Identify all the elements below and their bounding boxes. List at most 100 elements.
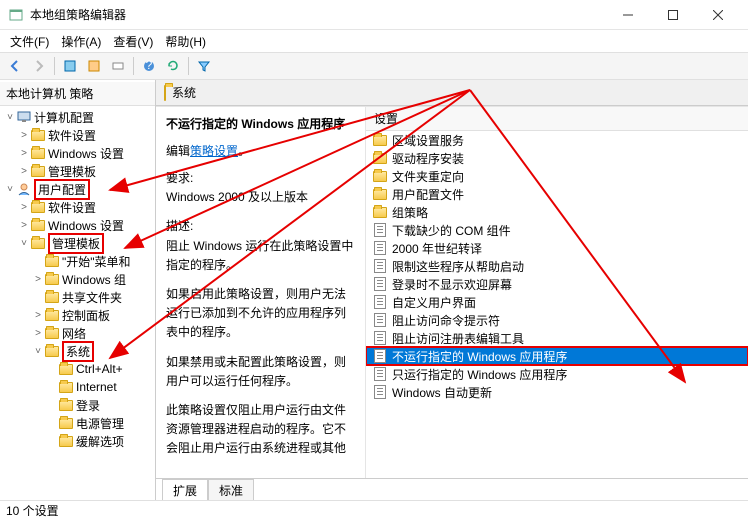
tree-item-控制面板[interactable]: > 控制面板 xyxy=(0,306,155,324)
list-item-label: 下载缺少的 COM 组件 xyxy=(392,222,511,239)
filter-icon[interactable] xyxy=(193,55,215,77)
folder-icon xyxy=(30,145,46,161)
expand-icon[interactable]: > xyxy=(32,328,44,339)
list-item[interactable]: 组策略 xyxy=(366,203,748,221)
list-item[interactable]: 限制这些程序从帮助启动 xyxy=(366,257,748,275)
folder-icon xyxy=(372,132,388,148)
tool-icon-2[interactable] xyxy=(83,55,105,77)
tree-item-"开始"菜单和[interactable]: "开始"菜单和 xyxy=(0,252,155,270)
menu-file[interactable]: 文件(F) xyxy=(4,31,55,52)
tree-item-label: Windows 设置 xyxy=(48,145,124,162)
folder-icon xyxy=(30,217,46,233)
list-item-label: 用户配置文件 xyxy=(392,186,464,203)
list-item[interactable]: 用户配置文件 xyxy=(366,185,748,203)
refresh-icon[interactable] xyxy=(162,55,184,77)
tree-item-label: 软件设置 xyxy=(48,199,96,216)
tree-item-Ctrl+Alt+[interactable]: Ctrl+Alt+ xyxy=(0,360,155,378)
list-item-label: 限制这些程序从帮助启动 xyxy=(392,258,524,275)
expand-icon[interactable]: > xyxy=(18,130,30,141)
menu-view[interactable]: 查看(V) xyxy=(107,31,159,52)
folder-icon xyxy=(44,253,60,269)
svg-text:?: ? xyxy=(146,59,153,72)
folder-icon xyxy=(58,397,74,413)
expand-icon[interactable]: > xyxy=(18,220,30,231)
tool-icon-3[interactable] xyxy=(107,55,129,77)
expand-icon[interactable]: > xyxy=(32,310,44,321)
computer-icon xyxy=(16,109,32,125)
expand-icon[interactable]: ˅ xyxy=(18,238,30,249)
expand-icon[interactable]: > xyxy=(32,274,44,285)
list-item[interactable]: 阻止访问注册表编辑工具 xyxy=(366,329,748,347)
help-icon[interactable]: ? xyxy=(138,55,160,77)
back-button[interactable] xyxy=(4,55,26,77)
list-item-label: 阻止访问注册表编辑工具 xyxy=(392,330,524,347)
list-item[interactable]: 不运行指定的 Windows 应用程序 xyxy=(366,347,748,365)
minimize-button[interactable] xyxy=(605,0,650,30)
tree-item-电源管理[interactable]: 电源管理 xyxy=(0,414,155,432)
tree-item-Windows 设置[interactable]: >Windows 设置 xyxy=(0,216,155,234)
list-item-label: 登录时不显示欢迎屏幕 xyxy=(392,276,512,293)
list-item-label: 自定义用户界面 xyxy=(392,294,476,311)
forward-button[interactable] xyxy=(28,55,50,77)
tree-item-Internet[interactable]: Internet xyxy=(0,378,155,396)
list-item-label: 组策略 xyxy=(392,204,428,221)
folder-icon xyxy=(372,186,388,202)
expand-icon[interactable]: ˅ xyxy=(32,346,44,357)
tree-item-管理模板[interactable]: ˅管理模板 xyxy=(0,234,155,252)
tab-standard[interactable]: 标准 xyxy=(208,479,254,500)
policy-icon xyxy=(372,240,388,256)
tree-item-软件设置[interactable]: > 软件设置 xyxy=(0,198,155,216)
close-button[interactable] xyxy=(695,0,740,30)
folder-icon xyxy=(58,361,74,377)
folder-icon xyxy=(58,379,74,395)
expand-icon[interactable]: > xyxy=(18,148,30,159)
tree-item-label: "开始"菜单和 xyxy=(62,253,131,270)
tree-item-网络[interactable]: >网络 xyxy=(0,324,155,342)
tool-icon[interactable] xyxy=(59,55,81,77)
tree-item-软件设置[interactable]: >软件设置 xyxy=(0,126,155,144)
menu-action[interactable]: 操作(A) xyxy=(55,31,107,52)
tree-item-用户配置[interactable]: ˅用户配置 xyxy=(0,180,155,198)
policy-icon xyxy=(372,384,388,400)
list-header[interactable]: 设置 xyxy=(366,107,748,131)
folder-icon xyxy=(44,307,60,323)
folder-icon xyxy=(30,127,46,143)
tree-item-系统[interactable]: ˅系统 xyxy=(0,342,155,360)
list-item[interactable]: 驱动程序安装 xyxy=(366,149,748,167)
list-item[interactable]: 登录时不显示欢迎屏幕 xyxy=(366,275,748,293)
list-item-label: 驱动程序安装 xyxy=(392,150,464,167)
tree-item-label: 控制面板 xyxy=(62,307,110,324)
list-item-label: 区域设置服务 xyxy=(392,132,464,149)
menubar: 文件(F) 操作(A) 查看(V) 帮助(H) xyxy=(0,30,748,52)
list-item[interactable]: 只运行指定的 Windows 应用程序 xyxy=(366,365,748,383)
list-item[interactable]: 下载缺少的 COM 组件 xyxy=(366,221,748,239)
list-item[interactable]: 自定义用户界面 xyxy=(366,293,748,311)
edit-policy-link[interactable]: 策略设置 xyxy=(190,144,238,158)
list-item[interactable]: Windows 自动更新 xyxy=(366,383,748,401)
toolbar: ? xyxy=(0,52,748,80)
folder-icon xyxy=(58,433,74,449)
desc-text-2: 如果启用此策略设置，则用户无法运行已添加到不允许的应用程序列表中的程序。 xyxy=(166,285,355,343)
tree-item-管理模板[interactable]: >管理模板 xyxy=(0,162,155,180)
expand-icon[interactable]: > xyxy=(18,202,30,213)
policy-icon xyxy=(372,276,388,292)
tree-header[interactable]: 本地计算机 策略 xyxy=(0,82,155,106)
tree-item-Windows 设置[interactable]: > Windows 设置 xyxy=(0,144,155,162)
menu-help[interactable]: 帮助(H) xyxy=(159,31,212,52)
maximize-button[interactable] xyxy=(650,0,695,30)
expand-icon[interactable]: ˅ xyxy=(4,112,16,123)
expand-icon[interactable]: ˅ xyxy=(4,184,16,195)
list-item[interactable]: 2000 年世纪转译 xyxy=(366,239,748,257)
expand-icon[interactable]: > xyxy=(18,166,30,177)
tab-extended[interactable]: 扩展 xyxy=(162,479,208,500)
tree-item-计算机配置[interactable]: ˅计算机配置 xyxy=(0,108,155,126)
list-item[interactable]: 文件夹重定向 xyxy=(366,167,748,185)
tree-item-登录[interactable]: 登录 xyxy=(0,396,155,414)
policy-icon xyxy=(372,258,388,274)
tree-item-共享文件夹[interactable]: 共享文件夹 xyxy=(0,288,155,306)
tree-item-label: 登录 xyxy=(76,397,100,414)
tree-item-缓解选项[interactable]: 缓解选项 xyxy=(0,432,155,450)
list-item[interactable]: 区域设置服务 xyxy=(366,131,748,149)
tree-item-Windows 组[interactable]: >Windows 组 xyxy=(0,270,155,288)
list-item[interactable]: 阻止访问命令提示符 xyxy=(366,311,748,329)
